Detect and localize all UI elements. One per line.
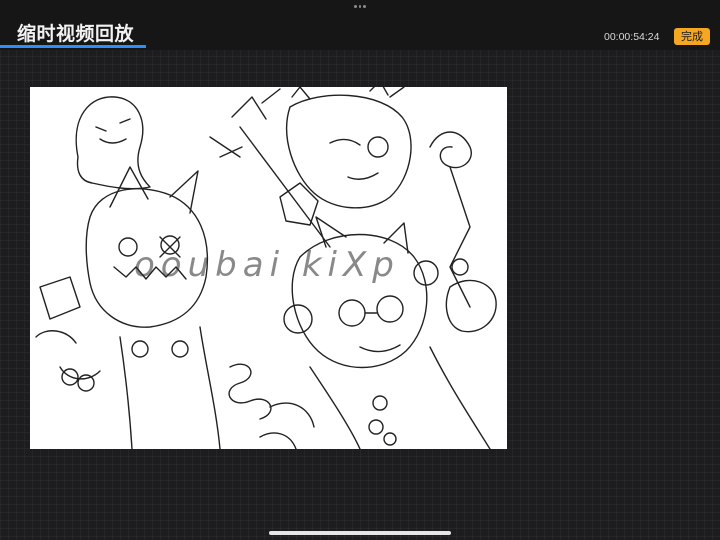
done-button[interactable]: 完成 [674, 28, 710, 45]
top-character-sketch [286, 94, 412, 209]
top-bar: 缩时视频回放 00:00:54:24 完成 [0, 0, 720, 50]
title-underline [0, 45, 146, 48]
page-title: 缩时视频回放 [17, 23, 135, 45]
artwork-canvas[interactable]: ooubai kiXp [30, 87, 507, 449]
more-dots-icon[interactable] [354, 3, 367, 9]
line-art-sketch [35, 87, 497, 449]
hooded-character-sketch [85, 188, 209, 328]
playback-timer: 00:00:54:24 [604, 31, 660, 43]
home-indicator[interactable] [269, 531, 451, 535]
glasses-character-sketch [291, 233, 428, 369]
